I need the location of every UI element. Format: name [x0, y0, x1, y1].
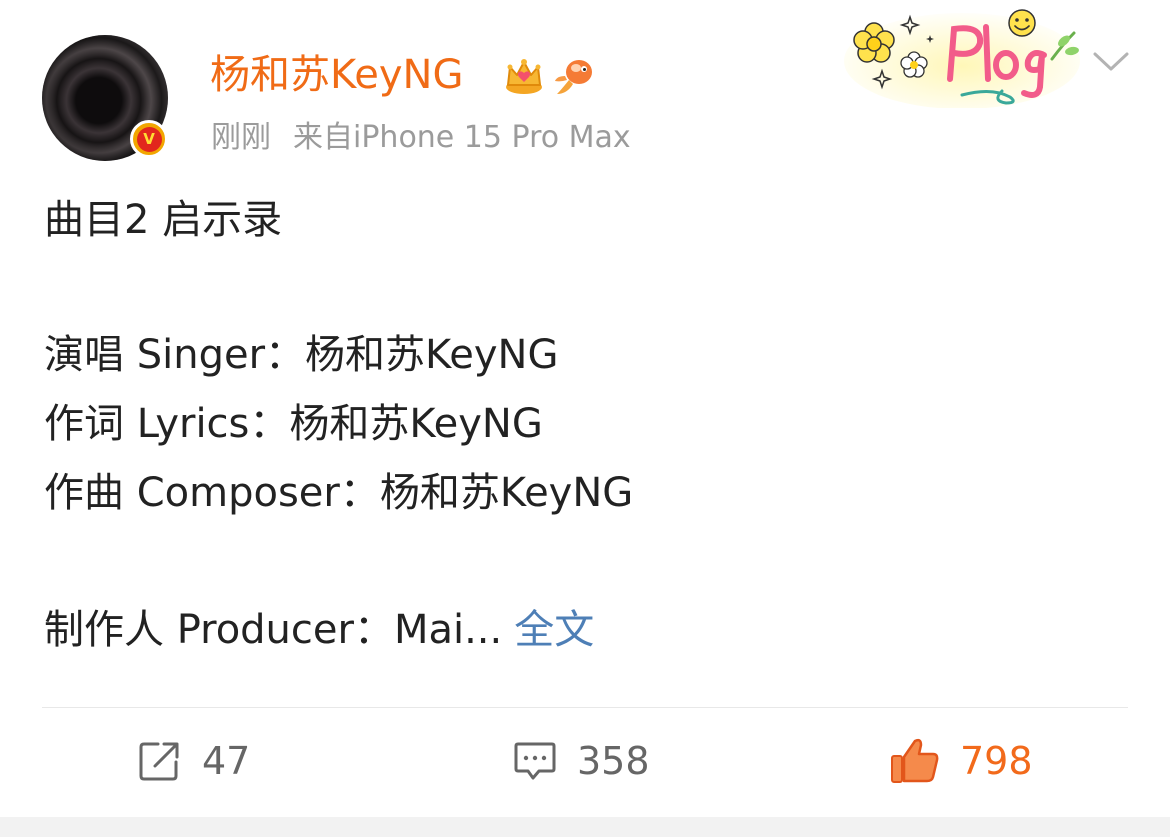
content-line-producer: 制作人 Producer：Mai... 全文: [44, 607, 1144, 653]
content-line-composer: 作曲 Composer：杨和苏KeyNG: [44, 470, 634, 516]
comment-button[interactable]: 358: [513, 735, 650, 787]
post-source: 来自iPhone 15 Pro Max: [293, 120, 631, 155]
divider: [42, 707, 1128, 708]
author-name[interactable]: 杨和苏KeyNG: [210, 50, 463, 100]
repost-icon: [139, 742, 179, 781]
chevron-down-icon[interactable]: [1092, 50, 1130, 74]
content-line-title: 曲目2 启示录: [44, 197, 283, 243]
content-line-producer-text: 制作人 Producer：Mai...: [44, 607, 503, 653]
comment-count: 358: [577, 739, 650, 783]
avatar[interactable]: V: [42, 35, 172, 165]
content-line-singer: 演唱 Singer：杨和苏KeyNG: [44, 332, 559, 378]
plog-sticker-card: [844, 9, 1080, 108]
verified-badge-letter: V: [136, 126, 162, 152]
content-line-lyrics: 作词 Lyrics：杨和苏KeyNG: [44, 401, 543, 447]
post-time: 刚刚: [211, 120, 271, 155]
post-content[interactable]: 曲目2 启示录 演唱 Singer：杨和苏KeyNG 作词 Lyrics：杨和苏…: [44, 197, 1144, 653]
thumbs-up-icon: [891, 738, 939, 783]
crown-icon[interactable]: [503, 55, 545, 97]
repost-count: 47: [202, 739, 251, 783]
comment-icon: [514, 742, 556, 780]
repost-button[interactable]: 47: [138, 735, 250, 787]
fish-icon[interactable]: [553, 54, 597, 98]
like-count: 798: [960, 739, 1033, 783]
like-button[interactable]: 798: [890, 735, 1033, 787]
next-post-divider: [0, 817, 1170, 837]
read-more-link[interactable]: 全文: [514, 607, 594, 653]
verified-icon: V: [130, 120, 168, 158]
post-meta: 刚刚 来自iPhone 15 Pro Max: [211, 118, 631, 158]
